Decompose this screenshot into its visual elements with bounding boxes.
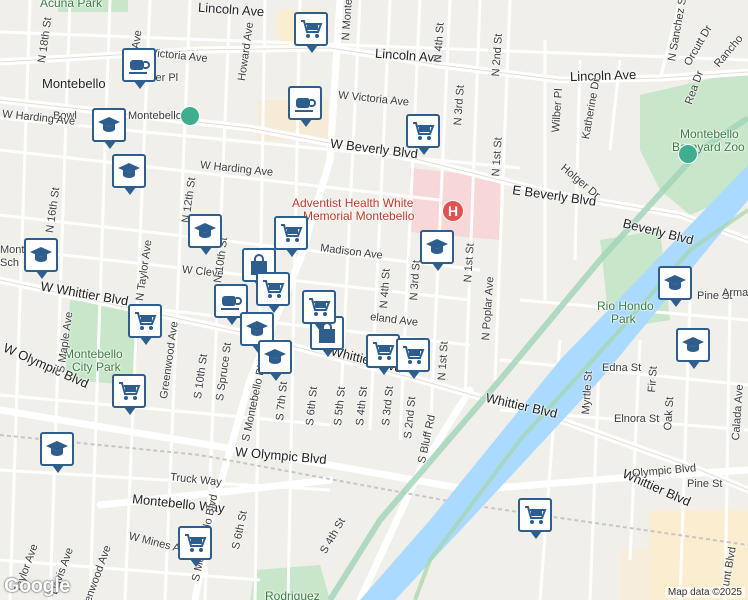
graduation-cap-marker[interactable] <box>188 214 222 255</box>
shopping-cart-marker[interactable] <box>294 12 328 53</box>
shopping-cart-marker[interactable] <box>396 338 430 379</box>
google-logo: Google <box>4 575 70 597</box>
shopping-cart-marker[interactable] <box>256 272 290 313</box>
commercial-area <box>620 548 650 600</box>
shopping-cart-marker[interactable] <box>274 216 308 257</box>
shopping-cart-marker[interactable] <box>518 498 552 539</box>
hospital-icon[interactable]: H <box>442 200 464 222</box>
graduation-cap-marker[interactable] <box>258 340 292 381</box>
coffee-cup-marker[interactable] <box>122 48 156 89</box>
shopping-cart-marker[interactable] <box>406 114 440 155</box>
zoo-paw-icon[interactable] <box>678 144 698 164</box>
graduation-cap-marker[interactable] <box>24 238 58 279</box>
graduation-cap-marker[interactable] <box>658 266 692 307</box>
graduation-cap-marker[interactable] <box>92 108 126 149</box>
shopping-cart-marker[interactable] <box>366 334 400 375</box>
graduation-cap-marker[interactable] <box>676 328 710 369</box>
shopping-cart-marker[interactable] <box>128 304 162 345</box>
map-base-layer <box>0 0 748 600</box>
shopping-cart-marker[interactable] <box>178 526 212 567</box>
bowl-poi-icon[interactable] <box>180 106 200 126</box>
graduation-cap-marker[interactable] <box>112 154 146 195</box>
graduation-cap-marker[interactable] <box>420 230 454 271</box>
map-attribution: Map data ©2025 <box>664 587 745 598</box>
shopping-cart-marker[interactable] <box>302 290 336 331</box>
map-canvas[interactable]: Acuna Park Montebello Bowl Montebello Ad… <box>0 0 748 600</box>
shopping-cart-marker[interactable] <box>112 374 146 415</box>
coffee-cup-marker[interactable] <box>288 86 322 127</box>
graduation-cap-marker[interactable] <box>40 432 74 473</box>
